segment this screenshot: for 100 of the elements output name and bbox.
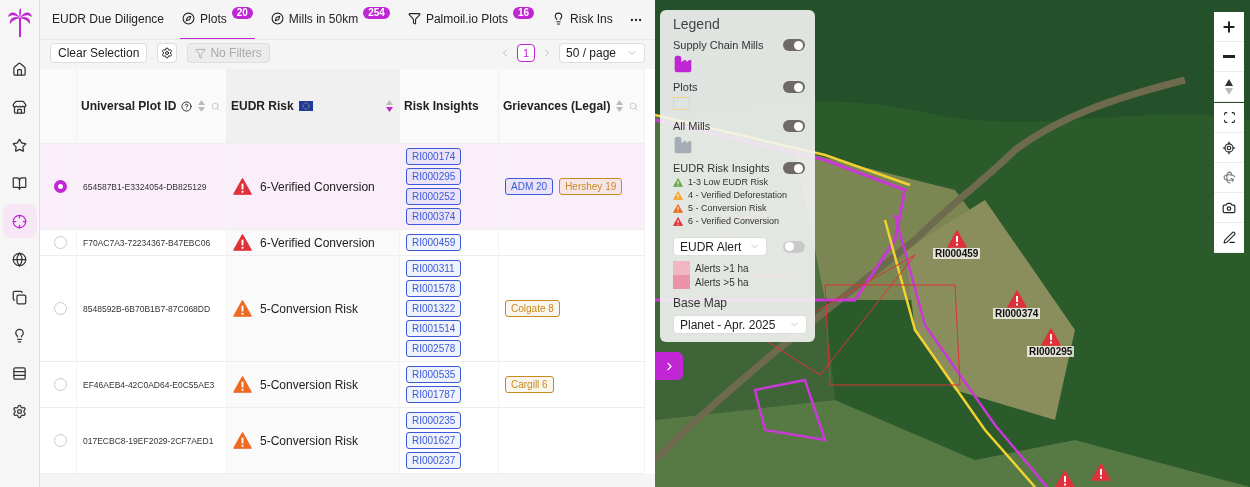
risk-level: 5-Conversion Risk: [260, 433, 359, 448]
fullscreen-icon: [1222, 111, 1236, 124]
plot-id: EF46AEB4-42C0AD64-E0C55AE3: [83, 379, 215, 390]
palm-logo: [6, 8, 33, 38]
nav-icon: [12, 403, 27, 419]
warning-marker-icon: [946, 230, 967, 248]
warning-icon: [673, 203, 683, 213]
layer-toggle[interactable]: [783, 162, 805, 174]
alert-toggle[interactable]: [783, 240, 805, 253]
warning-marker-icon: [1055, 470, 1075, 487]
grievance-tag[interactable]: Colgate 8: [505, 300, 560, 318]
column-header[interactable]: Risk Insights: [400, 69, 499, 144]
nav-icon: [12, 213, 27, 229]
help-icon: [181, 100, 193, 112]
layer-toggle[interactable]: [783, 39, 805, 51]
plot-id: F70AC7A3-72234367-B47EBC06: [83, 237, 211, 248]
count-badge: 16: [512, 6, 535, 19]
row-radio[interactable]: [54, 180, 67, 193]
legend-title: Legend: [673, 16, 721, 32]
nav-icon: [12, 365, 27, 381]
risk-level: 6-Verified Conversion: [260, 179, 375, 194]
warning-icon: [233, 177, 252, 196]
insight-tag[interactable]: RI000252: [406, 188, 462, 205]
warning-icon: [233, 300, 252, 318]
tab[interactable]: Mills in 50km 254: [268, 0, 392, 39]
layer-label: All Mills: [673, 120, 711, 132]
plot-id: 8548592B-6B70B1B7-87C068DD: [83, 303, 211, 314]
eu-flag-icon: [298, 101, 313, 111]
base-map-label: Base Map: [673, 296, 729, 310]
tab[interactable]: Plots 20: [180, 0, 255, 39]
insight-tag[interactable]: RI001627: [406, 432, 462, 450]
layer-toggle[interactable]: [783, 120, 805, 132]
page-number[interactable]: 1: [516, 44, 535, 62]
legend-item: Alerts >5 ha: [695, 276, 749, 288]
risk-level: 5-Conversion Risk: [260, 377, 359, 392]
crosshair-icon: [1222, 140, 1236, 155]
tab-icon: [182, 12, 196, 25]
insight-tag[interactable]: RI001578: [406, 280, 462, 298]
marker-label: RI000374: [993, 308, 1041, 319]
layer-toggle[interactable]: [783, 81, 805, 93]
warning-marker-icon: [1091, 463, 1111, 481]
risk-level: 6-Verified Conversion: [260, 235, 375, 250]
rotate-3d-icon: [1222, 171, 1236, 184]
warning-marker-icon: [1040, 328, 1061, 346]
plot-swatch: [673, 97, 690, 110]
insight-tag[interactable]: RI000535: [406, 366, 462, 384]
factory-icon: [673, 135, 693, 155]
marker-label: RI000295: [1027, 346, 1075, 357]
grievance-tag[interactable]: ADM 20: [505, 178, 554, 195]
warning-icon: [673, 177, 683, 187]
tab-icon: [270, 12, 284, 25]
grievance-tag[interactable]: Cargill 6: [505, 376, 554, 394]
warning-icon: [673, 190, 683, 200]
base-map-select[interactable]: Planet - Apr. 2025: [673, 315, 807, 334]
page-size-select[interactable]: 50 / page: [558, 43, 645, 63]
count-badge: 20: [231, 6, 253, 19]
legend-item: 5 - Conversion Risk: [688, 203, 767, 213]
layer-label: Plots: [673, 81, 698, 93]
plus-icon: [1221, 18, 1237, 35]
nav-icon: [12, 327, 27, 343]
warning-icon: [233, 432, 252, 450]
settings-icon: [161, 47, 174, 59]
insight-tag[interactable]: RI000311: [406, 260, 462, 278]
settings-button[interactable]: [157, 43, 178, 63]
zoom-in-button[interactable]: [1214, 12, 1244, 42]
warning-icon: [233, 234, 252, 252]
nav-icon: [12, 99, 27, 115]
tab[interactable]: Risk Ins: [550, 0, 615, 39]
insight-tag[interactable]: RI000374: [406, 208, 462, 225]
clear-selection-button[interactable]: Clear Selection: [50, 43, 148, 63]
legend-item: Alerts >1 ha: [695, 262, 749, 274]
camera-icon: [1222, 200, 1236, 215]
tab[interactable]: Palmoil.io Plots 16: [405, 0, 537, 39]
warning-marker-icon: [1006, 290, 1027, 308]
insight-tag[interactable]: RI002578: [406, 340, 462, 358]
alert-select[interactable]: EUDR Alert: [673, 237, 768, 256]
nav-icon: [12, 175, 27, 191]
legend-item: 1-3 Low EUDR Risk: [688, 177, 769, 187]
insight-tag[interactable]: RI000237: [406, 452, 462, 470]
filter-icon: [195, 47, 207, 59]
column-header[interactable]: EUDR Risk: [227, 69, 400, 144]
warning-icon: [673, 216, 683, 226]
insight-tag[interactable]: RI000174: [406, 148, 462, 165]
insight-tag[interactable]: RI000295: [406, 168, 462, 185]
count-badge: 254: [363, 6, 390, 19]
minus-icon: [1223, 55, 1235, 58]
sort-icon[interactable]: [386, 100, 393, 112]
layer-label: EUDR Risk Insights: [673, 162, 770, 174]
pencil-icon: [1222, 231, 1236, 244]
plot-id: 654587B1-E3324054-DB825129: [83, 181, 207, 192]
tab-icon: [407, 12, 421, 25]
insight-tag[interactable]: RI001322: [406, 300, 462, 318]
risk-level: 5-Conversion Risk: [260, 301, 359, 316]
insight-tag[interactable]: RI001514: [406, 320, 462, 338]
layer-label: Supply Chain Mills: [673, 39, 764, 51]
insight-tag[interactable]: RI000235: [406, 412, 462, 430]
insight-tag[interactable]: RI000459: [406, 234, 462, 252]
insight-tag[interactable]: RI001787: [406, 386, 462, 404]
tab[interactable]: EUDR Due Diligence: [50, 0, 167, 39]
plot-id: 017ECBC8-19EF2029-2CF7AED1: [83, 435, 214, 446]
